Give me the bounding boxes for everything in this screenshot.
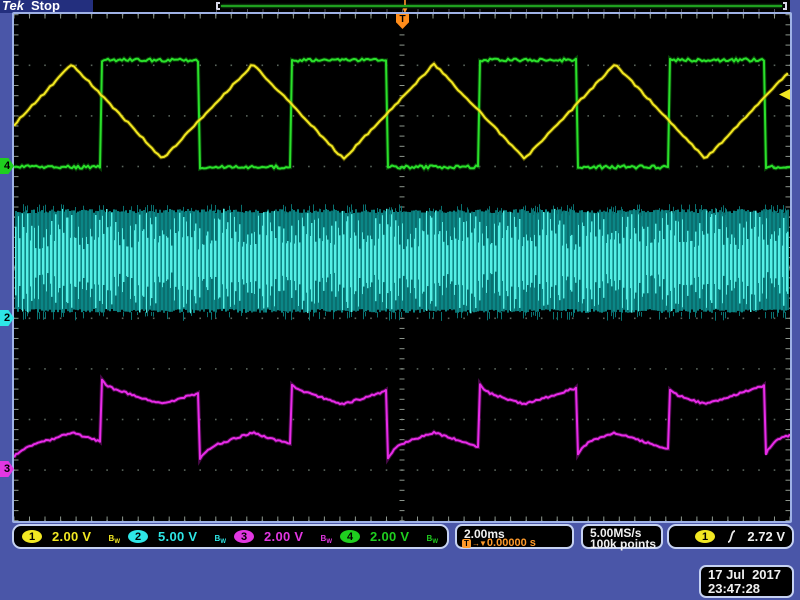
trigger-level-value: 2.72 V	[747, 529, 785, 544]
ch2-readout[interactable]: 2 5.00 V BW	[128, 529, 229, 544]
oscilloscope-screen: Tek Stop T▼ 4 2 3 T 1 2.00 V BW 2 5.00 V…	[0, 0, 800, 600]
ch3-badge: 3	[234, 530, 254, 543]
ch2-bandwidth-icon: BW	[215, 529, 226, 545]
ch1-readout[interactable]: 1 2.00 V BW	[22, 529, 123, 544]
waveform-display	[12, 12, 792, 523]
ch3-bandwidth-icon: BW	[321, 529, 332, 545]
acquisition-waveform-line	[221, 5, 782, 7]
ch2-badge: 2	[128, 530, 148, 543]
trigger-readout[interactable]: 1 2.72 V	[667, 524, 794, 549]
ch1-badge: 1	[22, 530, 42, 543]
ch4-badge: 4	[340, 530, 360, 543]
trigger-time-readout: T →▼ 0.00000 s	[462, 537, 536, 549]
record-length: 100k points	[590, 537, 656, 551]
ch3-scale: 2.00 V	[264, 529, 303, 544]
acquisition-readout[interactable]: 5.00MS/s 100k points	[581, 524, 663, 549]
ch2-scale: 5.00 V	[158, 529, 197, 544]
graticule-and-waveforms	[14, 14, 790, 521]
ch4-bandwidth-icon: BW	[427, 529, 438, 545]
trigger-source-badge: 1	[695, 530, 715, 543]
datetime-readout: 17 Jul 201723:47:28	[699, 565, 794, 598]
channel-readout-bar[interactable]: 1 2.00 V BW 2 5.00 V BW 3 2.00 V BW 4 2.…	[12, 524, 449, 549]
rising-slope-icon	[725, 529, 738, 544]
trigger-time-value: 0.00000 s	[487, 537, 536, 549]
ch4-readout[interactable]: 4 2.00 V BW	[340, 529, 441, 544]
time-label: 23:47:28	[708, 581, 760, 596]
ch1-scale: 2.00 V	[52, 529, 91, 544]
date-label: 17 Jul 2017	[708, 567, 781, 582]
ch1-bandwidth-icon: BW	[109, 529, 120, 545]
ch3-readout[interactable]: 3 2.00 V BW	[234, 529, 335, 544]
trigger-time-arrows-icon: →▼	[472, 539, 486, 548]
ch4-scale: 2.00 V	[370, 529, 409, 544]
trigger-time-icon: T	[462, 539, 471, 548]
timebase-readout[interactable]: 2.00ms T →▼ 0.00000 s	[455, 524, 574, 549]
